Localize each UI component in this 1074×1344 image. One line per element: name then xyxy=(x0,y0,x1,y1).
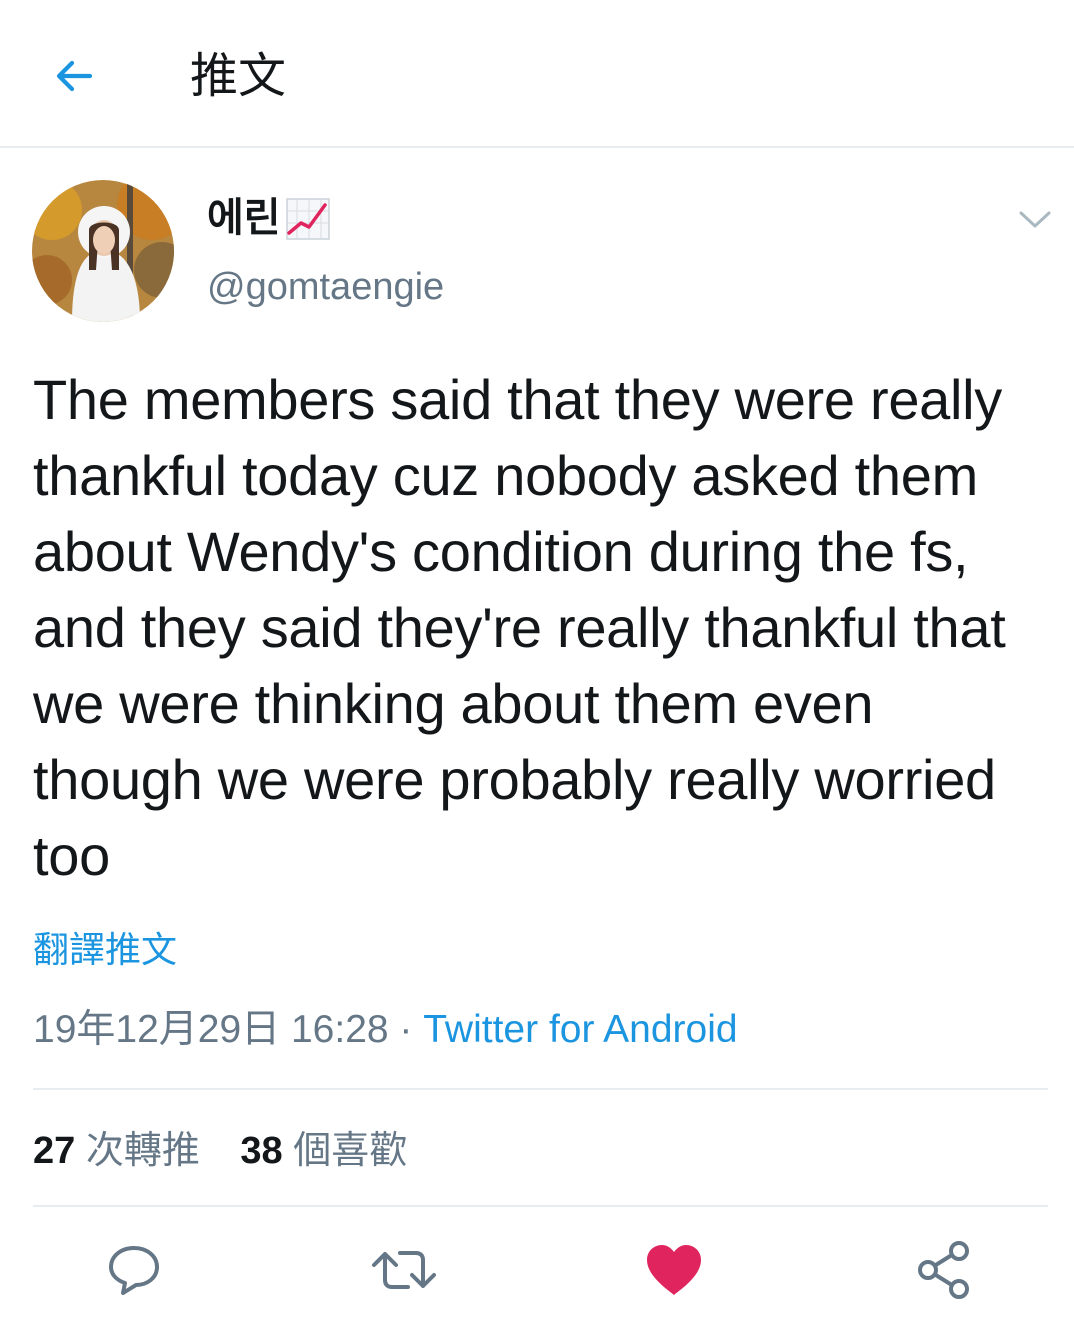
retweets-count: 27 xyxy=(33,1130,76,1172)
tweet-menu-button[interactable] xyxy=(1012,200,1058,240)
page-title: 推文 xyxy=(190,48,287,104)
chart-increasing-emoji-icon xyxy=(285,198,330,240)
share-button[interactable] xyxy=(912,1238,976,1302)
tweet-text: The members said that they were really t… xyxy=(33,368,1006,887)
engagement-stats: 27 次轉推 38 個喜歡 xyxy=(33,1124,437,1177)
divider xyxy=(33,1205,1048,1207)
likes-count: 38 xyxy=(240,1130,283,1172)
meta-separator: · xyxy=(399,1008,413,1051)
reply-button[interactable] xyxy=(102,1238,166,1302)
display-name-text: 에린 xyxy=(207,195,281,241)
likes-stat[interactable]: 38 個喜歡 xyxy=(240,1124,407,1177)
retweets-stat[interactable]: 27 次轉推 xyxy=(33,1124,200,1177)
divider xyxy=(33,1088,1048,1090)
avatar-image xyxy=(32,180,174,322)
tweet-timestamp: 19年12月29日 16:28 xyxy=(33,1008,389,1051)
retweet-button[interactable] xyxy=(372,1238,436,1302)
top-app-bar: 推文 xyxy=(0,0,1074,148)
avatar[interactable] xyxy=(32,180,174,322)
tweet-metadata: 19年12月29日 16:28 · Twitter for Android xyxy=(33,1004,738,1056)
translate-tweet-link[interactable]: 翻譯推文 xyxy=(33,926,177,976)
tweet-source-link[interactable]: Twitter for Android xyxy=(423,1008,737,1051)
arrow-left-icon xyxy=(56,60,93,92)
back-button[interactable] xyxy=(44,46,104,106)
user-handle[interactable]: @gomtaengie xyxy=(207,262,444,312)
reply-icon xyxy=(109,1246,159,1295)
share-icon xyxy=(918,1241,969,1299)
chevron-down-icon xyxy=(1019,211,1051,228)
display-name[interactable]: 에린 xyxy=(207,192,331,244)
retweet-icon xyxy=(372,1251,436,1289)
heart-icon xyxy=(647,1245,701,1295)
like-button[interactable] xyxy=(642,1238,706,1302)
retweets-label: 次轉推 xyxy=(85,1128,200,1172)
tweet-detail-page: 推文 에린 @gomtaengie The members said that … xyxy=(0,0,1074,1344)
likes-label: 個喜歡 xyxy=(293,1128,408,1172)
